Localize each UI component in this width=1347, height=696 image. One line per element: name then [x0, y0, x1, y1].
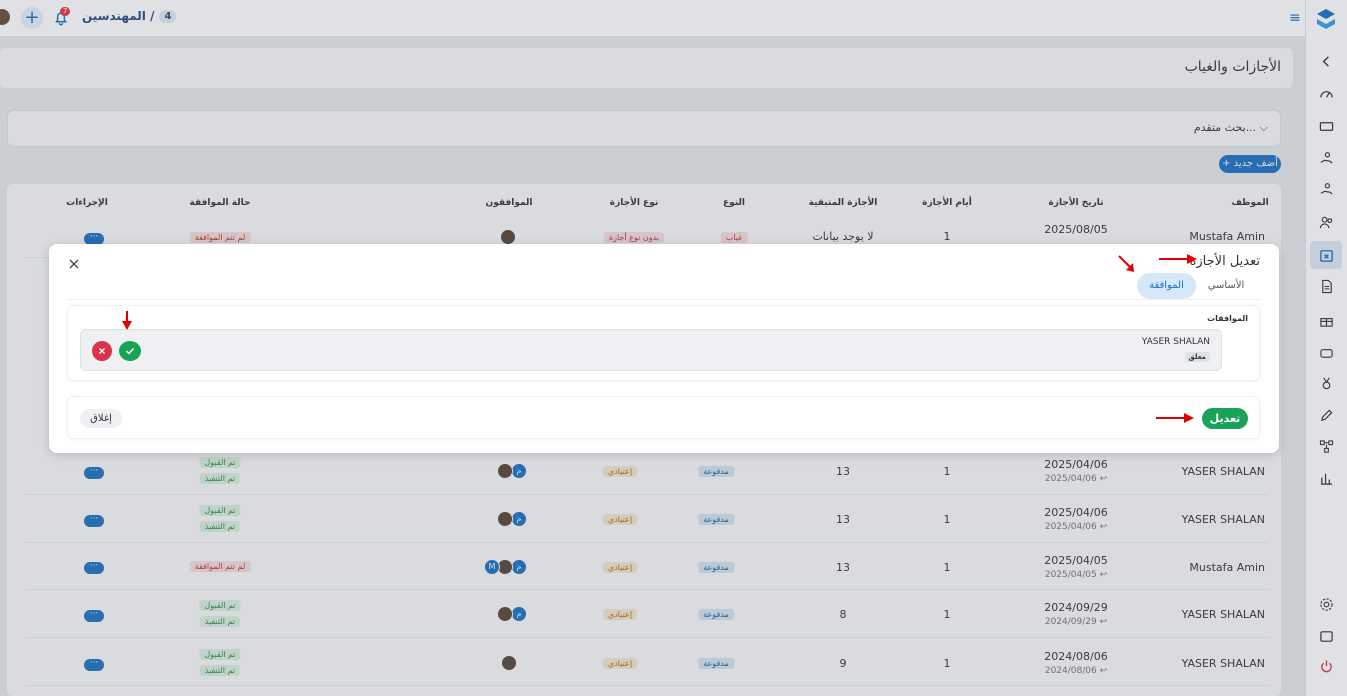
edit-leave-modal: تعديل الأجازة الأساسي الموافقة الموافقات… — [49, 244, 1279, 453]
close-button[interactable]: إغلاق — [80, 409, 122, 428]
close-icon[interactable] — [68, 258, 80, 270]
approver-status-badge: معلق — [1184, 352, 1210, 362]
reject-button[interactable] — [92, 341, 112, 361]
tab-basic[interactable]: الأساسي — [1203, 273, 1249, 299]
annotation-arrow-icon — [1159, 254, 1197, 264]
annotation-arrow-icon — [122, 311, 132, 330]
tab-approval[interactable]: الموافقة — [1137, 273, 1196, 299]
edit-button[interactable]: تعديل — [1202, 408, 1248, 429]
annotation-arrow-icon — [1118, 255, 1134, 272]
modal-footer: إغلاق تعديل — [67, 396, 1260, 439]
modal-title: تعديل الأجازة — [1189, 254, 1260, 269]
annotation-arrow-icon — [1156, 413, 1194, 423]
check-icon — [126, 348, 135, 355]
approver-card: YASER SHALAN معلق — [80, 329, 1222, 371]
approver-name: YASER SHALAN — [1141, 337, 1210, 347]
approvals-label: الموافقات — [1207, 314, 1248, 323]
approvals-section: الموافقات YASER SHALAN معلق — [67, 305, 1260, 381]
modal-backdrop-side — [1305, 0, 1347, 696]
modal-backdrop-top — [0, 0, 1305, 37]
approve-button[interactable] — [119, 341, 141, 361]
tabs-divider — [67, 299, 1261, 300]
x-icon — [99, 348, 105, 354]
